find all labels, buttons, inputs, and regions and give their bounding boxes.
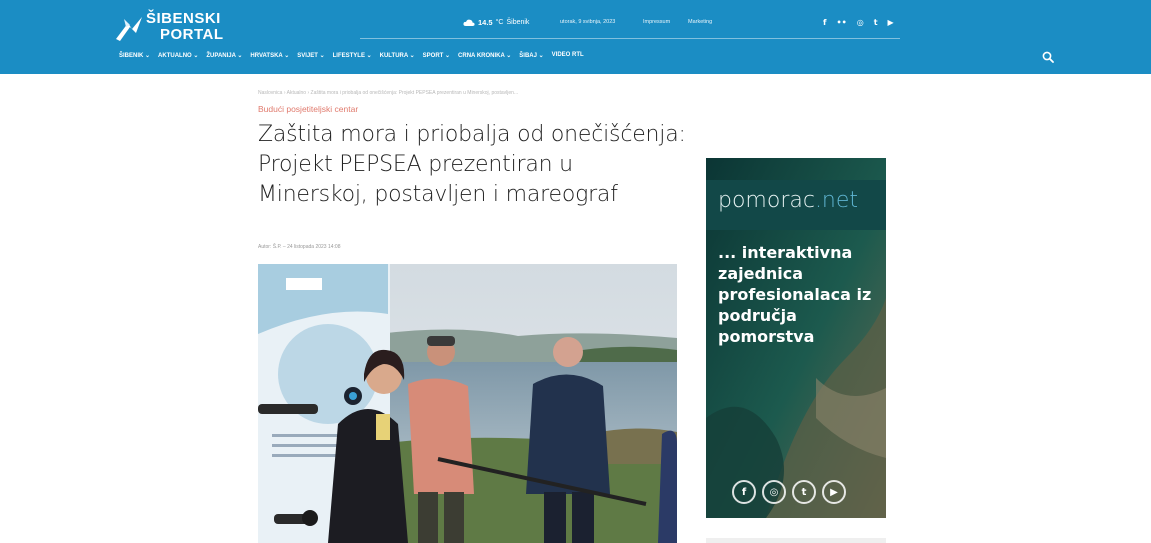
article-photo-image [258,264,677,543]
twitter-icon[interactable]: t [874,18,878,27]
nav-item-lifestyle[interactable]: LIFESTYLE ⌄ [333,52,372,59]
ad-facebook-icon[interactable]: f [732,480,756,504]
impressum-link[interactable]: Impressum [643,19,670,25]
site-header: ŠIBENSKI PORTAL 14.5 °C Šibenik utorak, … [0,0,1151,74]
ad-brand-logo: pomorac.net [718,188,858,213]
header-divider [360,38,900,39]
article-photo[interactable] [258,264,677,543]
ad-twitter-icon[interactable]: t [792,480,816,504]
ad-brand-name: pomorac [718,188,815,213]
current-date: utorak, 9 svibnja, 2023 [560,19,616,25]
nav-item-svijet[interactable]: SVIJET ⌄ [297,52,324,59]
nav-item-sibaj[interactable]: ŠIBAJ ⌄ [519,52,543,59]
temperature-value: 14.5 [478,18,493,27]
breadcrumb[interactable]: Naslovnica › Aktualno › Zaštita mora i p… [258,90,518,96]
article-title: Zaštita mora i priobalja od onečišćenja:… [258,122,686,207]
marketing-link[interactable]: Marketing [688,19,712,25]
instagram-icon[interactable]: ◎ [857,18,864,27]
top-bar: 14.5 °C Šibenik utorak, 9 svibnja, 2023 … [0,18,1151,32]
sidebar-ad[interactable]: pomorac.net ... interaktivna zajednica p… [706,158,886,518]
ad-youtube-icon[interactable]: ▶ [822,480,846,504]
ad-brand-suffix: .net [814,188,859,213]
facebook-icon[interactable]: f [823,18,826,27]
nav-item-kultura[interactable]: KULTURA ⌄ [380,52,415,59]
nav-item-aktualno[interactable]: AKTUALNO ⌄ [158,52,198,59]
nav-item-video-rtl[interactable]: VIDEO RTL [552,52,584,59]
main-nav: ŠIBENIK ⌄ AKTUALNO ⌄ ŽUPANIJA ⌄ HRVATSKA… [119,52,592,59]
weather-widget: 14.5 °C Šibenik [463,18,529,27]
ad-instagram-icon[interactable]: ◎ [762,480,786,504]
nav-item-hrvatska[interactable]: HRVATSKA ⌄ [250,52,289,59]
nav-item-sport[interactable]: SPORT ⌄ [423,52,450,59]
header-social-links: f •• ◎ t ▶ [823,18,894,27]
article-byline: Autor: Š.P. – 24 listopada 2023 14:08 [258,244,341,250]
cloud-icon [463,19,475,26]
temperature-unit: °C [495,19,504,26]
search-icon[interactable] [1042,51,1054,63]
flickr-icon[interactable]: •• [836,18,846,27]
city-name: Šibenik [506,19,530,26]
nav-item-zupanija[interactable]: ŽUPANIJA ⌄ [206,52,242,59]
article-category[interactable]: Budući posjetiteljski centar [258,104,358,114]
ad-tagline: ... interaktivna zajednica profesionalac… [718,243,872,346]
youtube-icon[interactable]: ▶ [888,18,894,27]
sidebar-widget-below [706,538,886,543]
nav-item-crna-kronika[interactable]: CRNA KRONIKA ⌄ [458,52,511,59]
nav-item-sibenik[interactable]: ŠIBENIK ⌄ [119,52,150,59]
ad-social-links: f ◎ t ▶ [732,480,846,504]
